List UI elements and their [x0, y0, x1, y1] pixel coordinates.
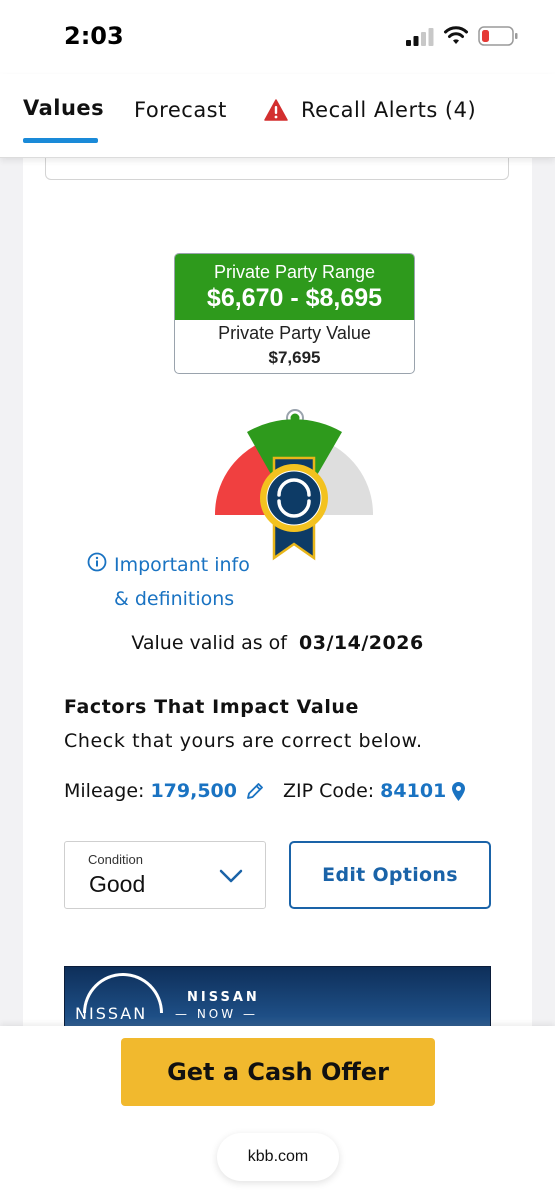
condition-label: Condition	[88, 852, 143, 867]
edit-options-button[interactable]: Edit Options	[289, 841, 491, 909]
ad-subtitle-text: NOW	[196, 1007, 237, 1021]
tab-bar: Values Forecast Recall Alerts (4)	[0, 74, 555, 158]
pencil-icon[interactable]	[245, 781, 265, 801]
get-cash-offer-button[interactable]: Get a Cash Offer	[121, 1038, 435, 1106]
ad-brand: NISSAN	[75, 1004, 148, 1023]
info-link-line1: Important info	[114, 554, 250, 576]
value-gauge	[214, 409, 374, 561]
factors-title: Factors That Impact Value	[64, 696, 360, 718]
status-time: 2:03	[64, 22, 124, 50]
chevron-down-icon	[219, 869, 243, 883]
private-party-value: Private Party Value $7,695	[175, 320, 414, 368]
mileage-label: Mileage:	[64, 780, 145, 802]
info-icon	[87, 552, 107, 572]
active-tab-indicator	[23, 138, 98, 143]
important-info-link[interactable]: Important info & definitions	[87, 548, 277, 616]
tab-forecast[interactable]: Forecast	[134, 98, 227, 122]
info-link-line2: & definitions	[114, 588, 235, 610]
value-amount: $7,695	[268, 348, 321, 367]
warning-icon	[264, 99, 288, 121]
condition-value: Good	[89, 871, 146, 897]
zip-value[interactable]: 84101	[380, 780, 446, 802]
zip-row[interactable]: ZIP Code: 84101	[283, 780, 466, 802]
valid-date: 03/14/2026	[299, 632, 424, 654]
tab-recall-label: Recall Alerts (4)	[301, 98, 477, 122]
factors-subtitle: Check that yours are correct below.	[64, 730, 423, 752]
value-valid-date: Value valid as of 03/14/2026	[23, 632, 532, 654]
cell-signal-icon	[406, 28, 434, 46]
valid-prefix: Value valid as of	[131, 632, 287, 654]
wifi-icon	[444, 26, 468, 44]
tab-values[interactable]: Values	[23, 96, 104, 120]
mileage-value[interactable]: 179,500	[150, 780, 237, 802]
location-pin-icon[interactable]	[451, 781, 466, 802]
tab-recall-alerts[interactable]: Recall Alerts (4)	[264, 98, 476, 122]
ad-title: NISSAN	[187, 990, 260, 1005]
range-header: Private Party Range $6,670 - $8,695	[175, 254, 414, 320]
ad-subtitle: — NOW —	[175, 1007, 258, 1021]
values-card: Private Party Range $6,670 - $8,695 Priv…	[23, 154, 532, 1058]
zip-label: ZIP Code:	[283, 780, 375, 802]
value-label: Private Party Value	[218, 323, 371, 343]
condition-select[interactable]: Condition Good	[64, 841, 266, 909]
status-bar: 2:03	[0, 0, 555, 74]
range-label: Private Party Range	[213, 262, 376, 282]
private-party-range-box: Private Party Range $6,670 - $8,695 Priv…	[174, 253, 415, 374]
browser-url-pill[interactable]: kbb.com	[217, 1133, 339, 1181]
battery-low-icon	[478, 26, 518, 46]
mileage-row[interactable]: Mileage: 179,500	[64, 780, 265, 802]
range-value: $6,670 - $8,695	[206, 284, 383, 312]
bottom-bar: Get a Cash Offer kbb.com	[0, 1026, 555, 1200]
